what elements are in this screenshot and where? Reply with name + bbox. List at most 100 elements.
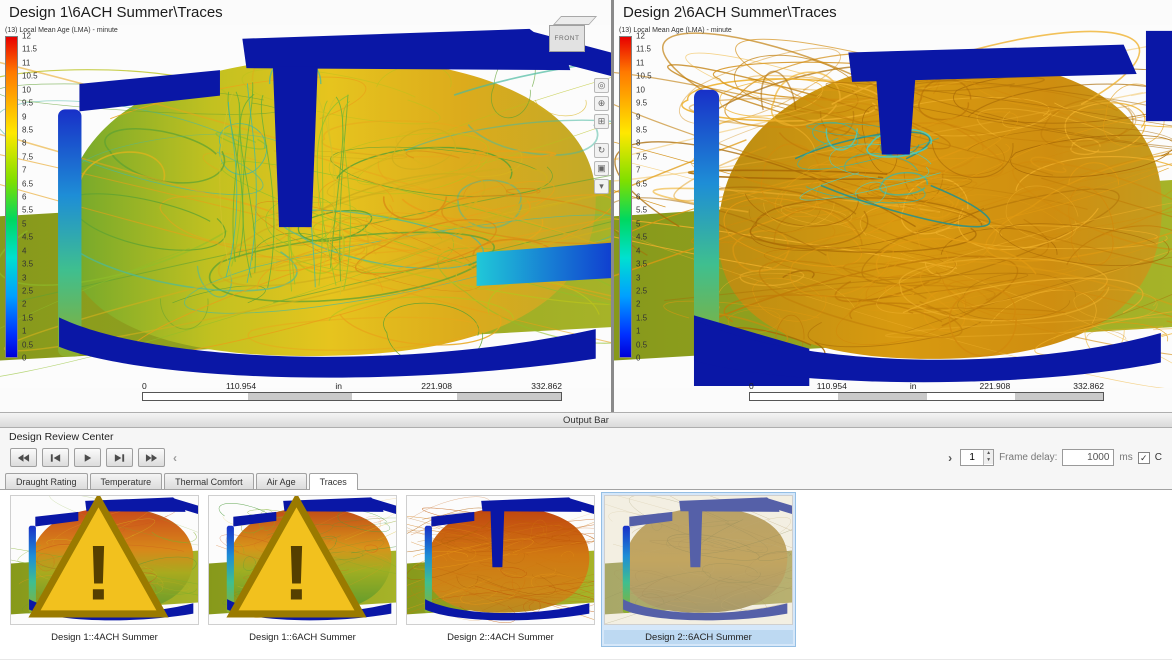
- view-cube-top-face[interactable]: [553, 16, 597, 25]
- tab-temperature[interactable]: Temperature: [90, 473, 163, 489]
- ruler-bar: [749, 392, 1104, 401]
- legend-tick: 6: [636, 193, 640, 202]
- zoom-icon[interactable]: ⊞: [594, 114, 609, 129]
- ruler-label: 110.954: [817, 381, 847, 391]
- first-frame-button[interactable]: [10, 448, 37, 467]
- view-cube-front-face[interactable]: FRONT: [549, 25, 585, 52]
- scenario-thumbnail-2[interactable]: !Design 1::6ACH Summer: [206, 493, 399, 646]
- panel-title: Design Review Center: [0, 428, 1172, 444]
- thumbnail-image[interactable]: [604, 495, 793, 625]
- legend-tick: 7.5: [22, 152, 33, 161]
- ruler-bar: [142, 392, 562, 401]
- warning-icon: !: [10, 495, 192, 621]
- legend-tick: 3: [636, 273, 640, 282]
- legend-tick: 0.5: [636, 340, 647, 349]
- viewport-design-1[interactable]: Design 1\6ACH Summer\Traces (13) Local M…: [0, 0, 611, 412]
- legend-tick: 0.5: [22, 340, 33, 349]
- scale-ruler: 0 110.954 in 221.908 332.862: [749, 381, 1104, 401]
- legend-tick: 1.5: [22, 313, 33, 322]
- skip-start-icon: [17, 453, 30, 463]
- legend-tick: 4: [22, 246, 26, 255]
- legend-tick: 6.5: [22, 179, 33, 188]
- legend-tick: 5.5: [636, 206, 647, 215]
- warning-icon: !: [208, 495, 390, 621]
- legend-tick: 12: [22, 32, 31, 41]
- output-bar-label: Output Bar: [563, 415, 609, 426]
- ruler-label: 332.862: [531, 381, 562, 391]
- thumbnail-image[interactable]: [406, 495, 595, 625]
- legend-tick: 2.5: [636, 286, 647, 295]
- prev-page-chevron[interactable]: ‹: [170, 451, 180, 465]
- step-forward-button[interactable]: [106, 448, 133, 467]
- color-legend: (13) Local Mean Age (LMA) - minute 1211.…: [5, 27, 118, 358]
- legend-tick: 7: [636, 166, 640, 175]
- navigation-toolbar: ◎ ⊕ ⊞ ↻ ▣ ▾: [594, 78, 609, 194]
- legend-tick: 8: [636, 139, 640, 148]
- ruler-label: 0: [749, 381, 754, 391]
- legend-tick: 9.5: [22, 99, 33, 108]
- legend-tick: 11: [636, 58, 644, 67]
- svg-text:!: !: [283, 529, 309, 617]
- scenario-thumbnail-4[interactable]: Design 2::6ACH Summer: [602, 493, 795, 646]
- thumbnail-caption: Design 1::6ACH Summer: [208, 630, 397, 644]
- ruler-label: 332.862: [1073, 381, 1104, 391]
- tab-traces[interactable]: Traces: [309, 473, 358, 490]
- pan-icon[interactable]: ⊕: [594, 96, 609, 111]
- legend-tick: 10.5: [636, 72, 652, 81]
- thumbnail-caption: Design 2::6ACH Summer: [604, 630, 793, 644]
- skip-end-icon: [145, 453, 158, 463]
- viewbox-icon[interactable]: ▣: [594, 161, 609, 176]
- ruler-label: 110.954: [226, 381, 256, 391]
- legend-tick: 9: [636, 112, 640, 121]
- steering-wheel-icon[interactable]: ◎: [594, 78, 609, 93]
- tab-thermal-comfort[interactable]: Thermal Comfort: [164, 473, 254, 489]
- legend-tick: 4.5: [636, 233, 647, 242]
- color-legend: (13) Local Mean Age (LMA) - minute 1211.…: [619, 27, 732, 358]
- play-icon: [81, 453, 94, 463]
- view-cube[interactable]: FRONT: [549, 16, 595, 52]
- step-back-button[interactable]: [42, 448, 69, 467]
- thumbnail-cfd-scene: [407, 496, 594, 624]
- compare-checkbox[interactable]: ✓: [1138, 452, 1150, 464]
- viewport-design-2[interactable]: Design 2\6ACH Summer\Traces (13) Local M…: [614, 0, 1172, 412]
- legend-tick: 4.5: [22, 233, 33, 242]
- last-frame-button[interactable]: [138, 448, 165, 467]
- thumbnail-image[interactable]: !: [208, 495, 397, 625]
- legend-tick: 10.5: [22, 72, 38, 81]
- orbit-icon[interactable]: ↻: [594, 143, 609, 158]
- result-tabs: Draught RatingTemperatureThermal Comfort…: [0, 470, 1172, 490]
- ruler-unit: in: [335, 381, 342, 391]
- legend-tick: 12: [636, 32, 645, 41]
- legend-tick: 6.5: [636, 179, 647, 188]
- legend-tick: 5: [636, 219, 640, 228]
- legend-tick: 8: [22, 139, 26, 148]
- thumbnail-image[interactable]: !: [10, 495, 199, 625]
- tab-draught-rating[interactable]: Draught Rating: [5, 473, 88, 489]
- legend-tick: 5: [22, 219, 26, 228]
- frame-delay-label: Frame delay:: [999, 452, 1057, 463]
- frame-delay-unit: ms: [1119, 452, 1132, 463]
- expand-icon[interactable]: ▾: [594, 179, 609, 194]
- legend-tick: 1.5: [636, 313, 647, 322]
- ruler-unit: in: [910, 381, 917, 391]
- frame-delay-input[interactable]: [1062, 449, 1114, 466]
- legend-tick: 10: [636, 85, 645, 94]
- scenario-thumbnail-3[interactable]: Design 2::4ACH Summer: [404, 493, 597, 646]
- next-page-chevron[interactable]: ›: [945, 451, 955, 465]
- tab-air-age[interactable]: Air Age: [256, 473, 307, 489]
- output-bar[interactable]: Output Bar: [0, 412, 1172, 428]
- legend-colorbar: [619, 36, 632, 358]
- thumbnail-caption: Design 1::4ACH Summer: [10, 630, 199, 644]
- play-button[interactable]: [74, 448, 101, 467]
- thumbnail-cfd-scene: [605, 496, 792, 624]
- legend-ticks: 1211.51110.5109.598.587.576.565.554.543.…: [21, 36, 47, 358]
- legend-tick: 9: [22, 112, 26, 121]
- viewport-title: Design 1\6ACH Summer\Traces: [9, 4, 223, 21]
- legend-tick: 2.5: [22, 286, 33, 295]
- frame-number-input[interactable]: [961, 450, 983, 465]
- viewport-title: Design 2\6ACH Summer\Traces: [623, 4, 837, 21]
- scenario-thumbnail-1[interactable]: !Design 1::4ACH Summer: [8, 493, 201, 646]
- ruler-label: 0: [142, 381, 147, 391]
- spinner-arrows[interactable]: ▲▼: [983, 450, 993, 465]
- frame-spinner[interactable]: ▲▼: [960, 449, 994, 466]
